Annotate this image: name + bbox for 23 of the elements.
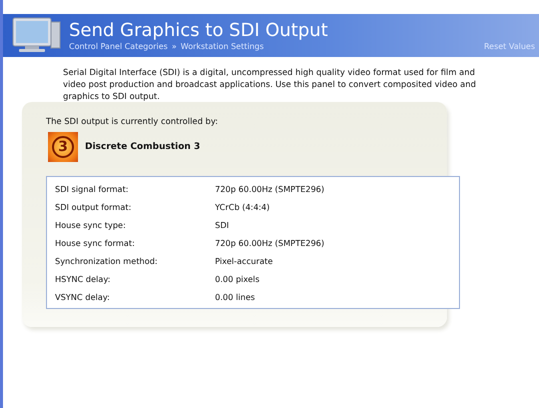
property-label: VSYNC delay: bbox=[55, 292, 111, 302]
description-text: Serial Digital Interface (SDI) is a digital, uncompressed high quality video format used for film and video post production and broadcast applications. Use this panel to convert composited video and graphics to SDI output. bbox=[63, 66, 477, 102]
app-logo: 3 bbox=[48, 132, 78, 162]
property-label: House sync type: bbox=[55, 220, 127, 230]
property-value: YCrCb (4:4:4) bbox=[215, 202, 271, 212]
controller-caption: The SDI output is currently controlled by: bbox=[46, 116, 219, 126]
property-value: Pixel-accurate bbox=[215, 256, 274, 266]
property-label: House sync format: bbox=[55, 238, 136, 248]
property-label: HSYNC delay: bbox=[55, 274, 112, 284]
property-value: 0.00 lines bbox=[215, 292, 256, 302]
property-label: Synchronization method: bbox=[55, 256, 159, 266]
property-value: 720p 60.00Hz (SMPTE296) bbox=[215, 184, 326, 194]
property-value: 720p 60.00Hz (SMPTE296) bbox=[215, 238, 326, 248]
breadcrumb-separator: » bbox=[172, 42, 177, 51]
property-value: 0.00 pixels bbox=[215, 274, 260, 284]
reset-values-link[interactable]: Reset Values bbox=[484, 42, 535, 51]
breadcrumb-link[interactable]: Control Panel Categories bbox=[69, 42, 168, 51]
application-name: Discrete Combustion 3 bbox=[85, 142, 200, 152]
property-value: SDI bbox=[215, 220, 230, 230]
property-label: SDI signal format: bbox=[55, 184, 130, 194]
property-label: SDI output format: bbox=[55, 202, 132, 212]
breadcrumb-link[interactable]: Workstation Settings bbox=[180, 42, 264, 51]
page-title: Send Graphics to SDI Output bbox=[69, 20, 329, 42]
